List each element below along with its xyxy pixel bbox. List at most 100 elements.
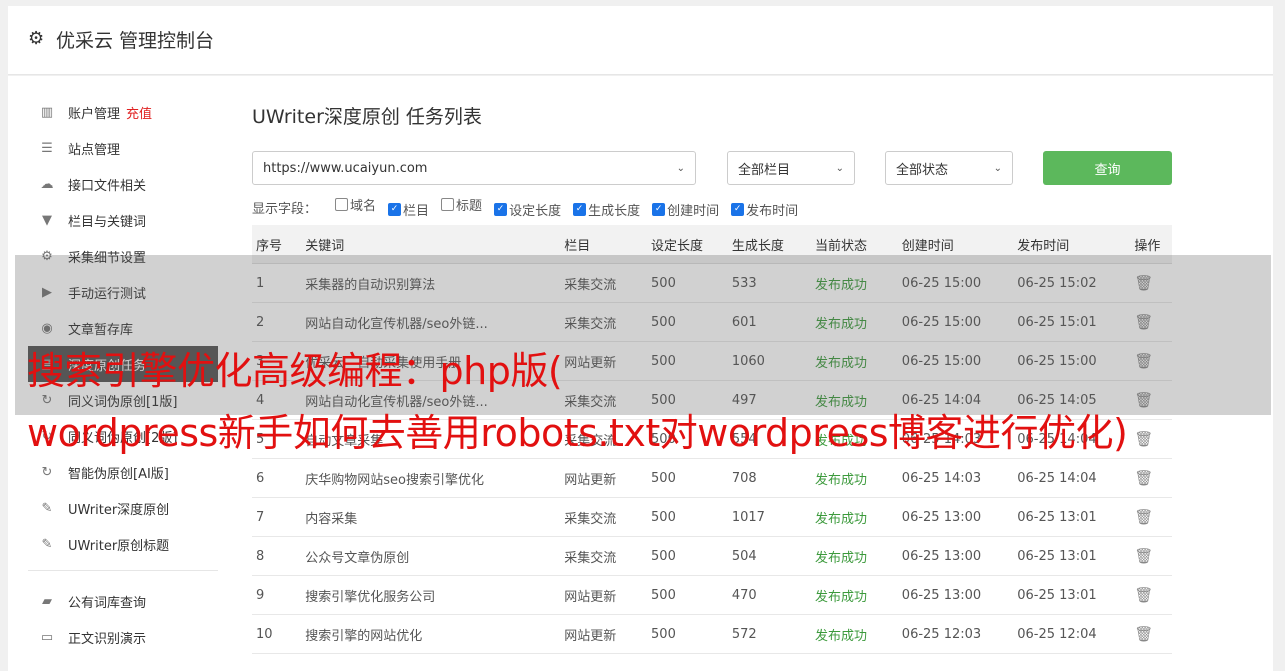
sidebar-item[interactable]: ▭ 正文识别演示 — [28, 619, 218, 655]
gear-icon: ⚙ — [28, 28, 45, 49]
field-checkbox-label: 标题 — [456, 199, 483, 214]
status-select-value: 全部状态 — [896, 162, 949, 178]
checkbox-unchecked-icon[interactable] — [441, 198, 455, 211]
sidebar-item-label: 站点管理 — [68, 142, 121, 158]
table-cell: 公众号文章伪原创 — [301, 536, 561, 576]
trash-icon[interactable]: 🗑 — [1134, 586, 1153, 604]
trash-icon[interactable]: 🗑 — [1134, 430, 1153, 448]
table-row: 9 搜索引擎优化服务公司 网站更新 500 470 发布成功 06-25 13:00 06-2… — [252, 575, 1172, 615]
table-cell: 1017 — [727, 497, 812, 537]
refresh-icon: ↻ — [41, 464, 53, 480]
table-cell: 发布成功 — [811, 497, 898, 537]
field-checkbox[interactable]: ✓ 栏目 — [388, 200, 429, 219]
action-cell: 🗑 — [1130, 458, 1172, 498]
field-checkbox-label: 创建时间 — [667, 204, 720, 219]
chevron-down-icon: ⌄ — [676, 162, 685, 174]
sidebar-item[interactable]: ↻ 智能伪原创[AI版] — [28, 454, 218, 490]
status-select[interactable]: 全部状态 ⌄ — [885, 151, 1013, 185]
table-cell: 500 — [647, 536, 728, 576]
table-row: 6 庆华购物网站seo搜索引擎优化 网站更新 500 708 发布成功 06-25 14:0… — [252, 458, 1172, 498]
table-cell: 网站更新 — [560, 575, 648, 615]
sidebar-divider — [28, 570, 218, 571]
table-cell: 500 — [647, 458, 728, 498]
table-cell: 572 — [727, 614, 812, 654]
checkbox-checked-icon[interactable]: ✓ — [652, 203, 666, 216]
checkbox-checked-icon[interactable]: ✓ — [573, 203, 587, 216]
table-cell: 06-25 13:01 — [1013, 575, 1131, 615]
sidebar-item-label: 智能伪原创[AI版] — [68, 466, 169, 482]
table-cell: 采集交流 — [560, 497, 648, 537]
trash-icon[interactable]: 🗑 — [1134, 469, 1153, 487]
table-cell: 7 — [252, 497, 302, 537]
table-cell: 470 — [727, 575, 812, 615]
checkbox-checked-icon[interactable]: ✓ — [388, 203, 402, 216]
table-cell: 06-25 14:04 — [1013, 458, 1131, 498]
table-cell: 10 — [252, 614, 302, 654]
trash-icon[interactable]: 🗑 — [1134, 547, 1153, 565]
checkbox-unchecked-icon[interactable] — [335, 198, 349, 211]
table-row: 7 内容采集 采集交流 500 1017 发布成功 06-25 13:00 06-25 13:… — [252, 497, 1172, 537]
table-cell: 发布成功 — [811, 458, 898, 498]
table-cell: 06-25 13:00 — [897, 575, 1014, 615]
trash-icon[interactable]: 🗑 — [1134, 508, 1153, 526]
trash-icon[interactable]: 🗑 — [1134, 625, 1153, 643]
sidebar-item[interactable]: ▼ 栏目与关键词 — [28, 202, 218, 238]
table-cell: 06-25 13:00 — [897, 497, 1014, 537]
table-cell: 内容采集 — [301, 497, 561, 537]
table-row: 8 公众号文章伪原创 采集交流 500 504 发布成功 06-25 13:00 06-25 … — [252, 536, 1172, 576]
field-checkbox[interactable]: ✓ 设定长度 — [494, 200, 561, 219]
action-cell: 🗑 — [1130, 419, 1172, 459]
table-cell: 发布成功 — [811, 536, 898, 576]
sidebar-item-label: UWriter深度原创 — [68, 502, 170, 518]
checkbox-checked-icon[interactable]: ✓ — [494, 203, 508, 216]
column-select-value: 全部栏目 — [738, 162, 791, 178]
table-cell: 06-25 14:03 — [897, 458, 1014, 498]
app-title: 优采云 管理控制台 — [56, 30, 215, 52]
sidebar-item[interactable]: ☁ 接口文件相关 — [28, 166, 218, 202]
table-cell: 搜索引擎优化服务公司 — [301, 575, 561, 615]
server-icon: ☰ — [41, 140, 53, 156]
filter-icon: ▼ — [42, 212, 52, 228]
sidebar-item[interactable]: ✎ UWriter深度原创 — [28, 490, 218, 526]
sidebar-item[interactable]: ▰ 公有词库查询 — [28, 583, 218, 619]
field-checkbox-label: 域名 — [350, 199, 377, 214]
field-checkbox[interactable]: ✓ 生成长度 — [573, 200, 640, 219]
table-cell: 500 — [647, 614, 728, 654]
sidebar-item-label: 正文识别演示 — [68, 631, 147, 647]
cloud-upload-icon: ☁ — [40, 176, 54, 192]
table-cell: 发布成功 — [811, 614, 898, 654]
chevron-down-icon: ⌄ — [835, 162, 844, 174]
sidebar-item[interactable]: ✎ UWriter原创标题 — [28, 526, 218, 562]
display-fields-label: 显示字段： — [252, 201, 318, 217]
page-title: UWriter深度原创 任务列表 — [252, 106, 482, 128]
field-checkbox[interactable]: ✓ 创建时间 — [652, 200, 719, 219]
action-cell: 🗑 — [1130, 575, 1172, 615]
table-cell: 708 — [727, 458, 812, 498]
checkbox-checked-icon[interactable]: ✓ — [731, 203, 745, 216]
book-icon: ▰ — [42, 593, 52, 609]
sidebar-item-label: UWriter原创标题 — [68, 538, 170, 554]
top-bar: ⚙ 优采云 管理控制台 — [8, 6, 1273, 75]
table-row: 10 搜索引擎的网站优化 网站更新 500 572 发布成功 06-25 12:03 06-2… — [252, 614, 1172, 654]
table-cell: 搜索引擎的网站优化 — [301, 614, 561, 654]
field-checkbox[interactable]: ✓ 发布时间 — [731, 200, 798, 219]
site-select[interactable]: https://www.ucaiyun.com ⌄ — [252, 151, 696, 185]
field-checkbox[interactable]: 域名 — [335, 195, 376, 214]
display-fields: 显示字段： 域名 ✓ 栏目 标题 ✓ 设定长度 ✓ 生成长度 ✓ 创建时间 ✓ 发布时间 — [252, 195, 1172, 219]
table-cell: 500 — [647, 575, 728, 615]
table-cell: 06-25 12:04 — [1013, 614, 1131, 654]
action-cell: 🗑 — [1130, 497, 1172, 537]
sidebar-item-label: 公有词库查询 — [68, 595, 147, 611]
recharge-link[interactable]: 充值 — [126, 103, 152, 122]
sidebar-item[interactable]: ☰ 站点管理 — [28, 130, 218, 166]
field-checkbox[interactable]: 标题 — [441, 195, 482, 214]
column-select[interactable]: 全部栏目 ⌄ — [727, 151, 855, 185]
table-cell: 500 — [647, 497, 728, 537]
site-select-value: https://www.ucaiyun.com — [263, 160, 428, 176]
query-button[interactable]: 查询 — [1043, 151, 1172, 185]
field-checkbox-label: 发布时间 — [746, 204, 799, 219]
table-cell: 06-25 12:03 — [897, 614, 1014, 654]
table-cell: 06-25 13:01 — [1013, 536, 1131, 576]
field-checkbox-label: 设定长度 — [509, 204, 562, 219]
sidebar-item[interactable]: ▥ 账户管理 充值 — [28, 94, 218, 130]
